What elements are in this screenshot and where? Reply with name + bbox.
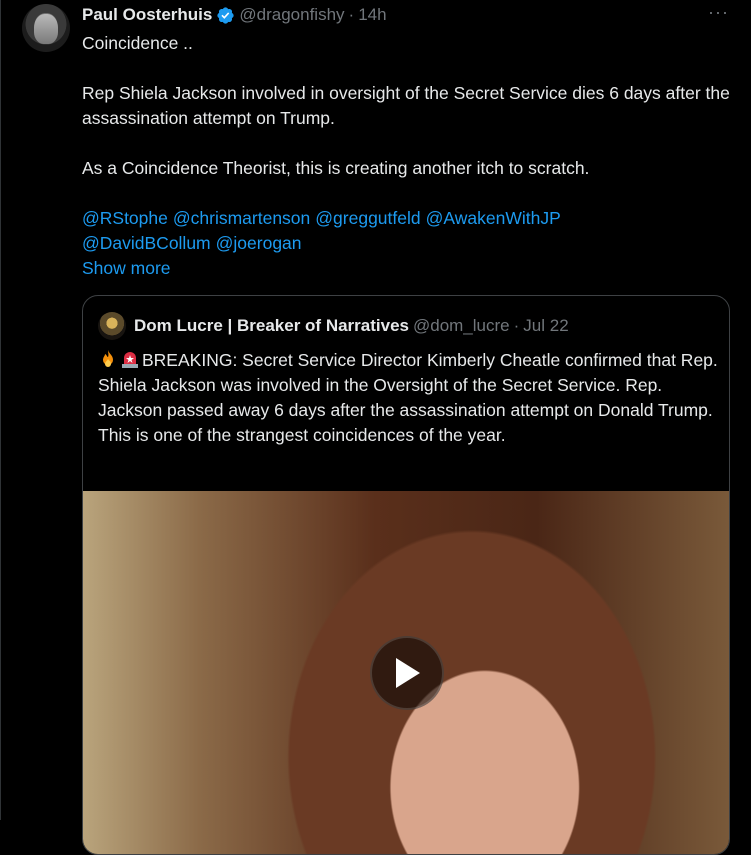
mention-link[interactable]: @joerogan — [216, 233, 302, 253]
quoted-author-handle[interactable]: @dom_lucre — [413, 316, 510, 336]
play-icon[interactable] — [370, 636, 444, 710]
mention-link[interactable]: @AwakenWithJP — [426, 208, 561, 228]
tweet-body: Coincidence .. Rep Shiela Jackson involv… — [82, 31, 732, 281]
quoted-tweet-body: BREAKING: Secret Service Director Kimber… — [98, 350, 718, 445]
tweet-text-line: Coincidence .. — [82, 33, 193, 53]
tweet-header: Paul Oosterhuis @dragonfishy · 14h — [82, 4, 731, 26]
quoted-author-avatar[interactable] — [98, 312, 126, 340]
mentions: @DavidBCollum @joerogan — [82, 231, 732, 256]
mention-link[interactable]: @chrismartenson — [173, 208, 310, 228]
verified-badge-icon — [216, 6, 235, 25]
fire-icon — [98, 349, 118, 369]
quoted-tweet-header: Dom Lucre | Breaker of Narratives @dom_l… — [98, 312, 717, 340]
author-avatar[interactable] — [22, 4, 70, 52]
mentions: @RStophe @chrismartenson @greggutfeld @Awak… — [82, 206, 732, 231]
quoted-tweet-date[interactable]: Jul 22 — [523, 316, 568, 336]
mention-link[interactable]: @greggutfeld — [315, 208, 420, 228]
quoted-author-name[interactable]: Dom Lucre | Breaker of Narratives — [134, 316, 409, 336]
tweet[interactable]: Paul Oosterhuis @dragonfishy · 14h ··· C… — [0, 0, 751, 855]
tweet-time[interactable]: 14h — [358, 5, 386, 25]
quoted-tweet-text: BREAKING: Secret Service Director Kimber… — [98, 348, 718, 448]
author-name[interactable]: Paul Oosterhuis — [82, 5, 212, 25]
separator: · — [513, 316, 520, 335]
author-handle[interactable]: @dragonfishy — [239, 5, 344, 25]
show-more-link[interactable]: Show more — [82, 258, 171, 278]
mention-link[interactable]: @RStophe — [82, 208, 168, 228]
video-thumbnail[interactable] — [83, 491, 729, 854]
siren-icon — [120, 349, 140, 369]
tweet-text-line: Rep Shiela Jackson involved in oversight… — [82, 83, 730, 128]
more-options-icon[interactable]: ··· — [708, 2, 729, 23]
quoted-tweet[interactable]: Dom Lucre | Breaker of Narratives @dom_l… — [82, 295, 730, 855]
separator: · — [348, 5, 355, 24]
mention-link[interactable]: @DavidBCollum — [82, 233, 211, 253]
tweet-text-line: As a Coincidence Theorist, this is creat… — [82, 158, 590, 178]
